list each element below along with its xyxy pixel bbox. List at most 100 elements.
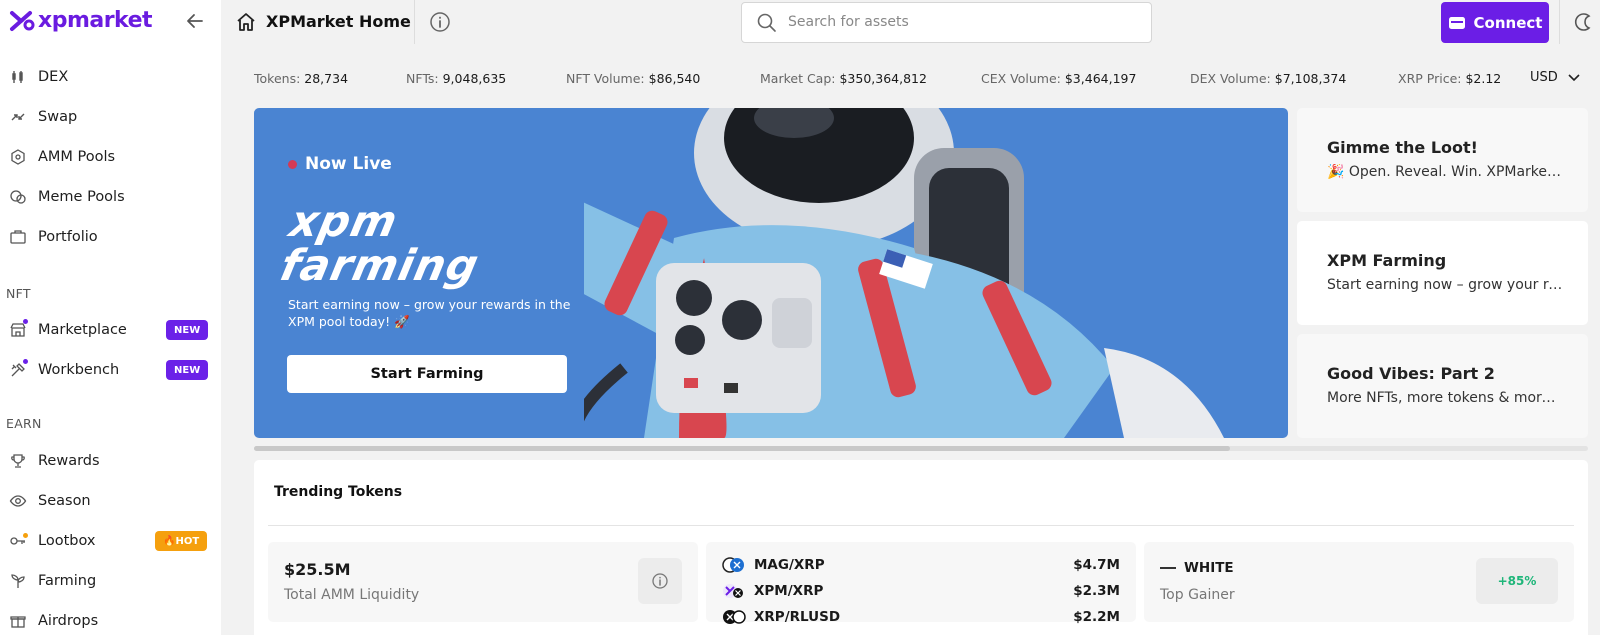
sidebar-item-label: Airdrops: [38, 613, 99, 629]
sidebar-item-portfolio[interactable]: Portfolio: [0, 220, 221, 254]
logo-text: xpmarket: [38, 8, 153, 33]
nft-section-heading: NFT: [6, 286, 31, 301]
sidebar-item-lootbox[interactable]: Lootbox 🔥 HOT: [0, 524, 221, 558]
trending-title: Trending Tokens: [274, 484, 403, 500]
earn-section-heading: EARN: [6, 416, 42, 431]
sidebar-item-meme-pools[interactable]: Meme Pools: [0, 180, 221, 214]
info-icon: [652, 573, 668, 589]
stat-label: CEX Volume:: [981, 71, 1061, 86]
search-box[interactable]: [741, 2, 1152, 43]
sidebar-item-label: Meme Pools: [38, 189, 125, 205]
astronaut-illustration: [584, 108, 1224, 438]
stat-label: DEX Volume:: [1190, 71, 1271, 86]
start-farming-button[interactable]: Start Farming: [287, 355, 567, 393]
pair-name: XPM/XRP: [754, 583, 824, 599]
now-live-label: Now Live: [305, 154, 392, 174]
notification-dot: [23, 533, 28, 538]
chevron-down-icon: [1568, 73, 1580, 81]
promo-card-title: Gimme the Loot!: [1327, 138, 1478, 157]
promo-card-good-vibes[interactable]: Good Vibes: Part 2 More NFTs, more token…: [1297, 334, 1588, 438]
portfolio-icon: [10, 230, 26, 244]
hero-title-line1: xpm: [285, 197, 403, 247]
hero-title-line2: farming: [276, 241, 484, 291]
divider: [268, 525, 1574, 526]
pair-value: $4.7M: [1073, 557, 1120, 573]
sidebar-item-marketplace[interactable]: Marketplace NEW: [0, 313, 221, 347]
meme-pools-icon: [10, 190, 26, 204]
liquidity-label: Total AMM Liquidity: [284, 587, 420, 603]
wallet-icon: [1448, 16, 1465, 29]
search-icon: [757, 13, 776, 32]
pair-value: $2.2M: [1073, 609, 1120, 625]
promo-card-desc: Start earning now – grow your rewards: [1327, 277, 1563, 293]
sidebar-item-label: Rewards: [38, 453, 100, 469]
promo-card-title: XPM Farming: [1327, 251, 1447, 270]
hero-description: Start earning now – grow your rewards in…: [288, 297, 571, 329]
sidebar-item-swap[interactable]: Swap: [0, 100, 221, 134]
xpmarket-logo[interactable]: xpmarket: [9, 8, 153, 33]
info-icon[interactable]: [429, 11, 451, 33]
swap-icon: [11, 113, 25, 121]
mag-xrp-pair-icon: [722, 556, 744, 574]
stat-value: $7,108,374: [1274, 71, 1347, 86]
stat-value: $2.12: [1465, 71, 1502, 86]
gainer-token-name: WHITE: [1184, 560, 1234, 576]
eye-icon: [9, 495, 27, 507]
sidebar-item-dex[interactable]: DEX: [0, 60, 221, 94]
stat-label: NFTs:: [406, 71, 439, 86]
pair-row[interactable]: MAG/XRP $4.7M: [722, 554, 1120, 576]
connect-button[interactable]: Connect: [1441, 2, 1549, 43]
sidebar-item-label: DEX: [38, 69, 69, 85]
pair-row[interactable]: XPM/XRP $2.3M: [722, 580, 1120, 602]
sidebar-item-label: Workbench: [38, 362, 120, 378]
liquidity-value: $25.5M: [284, 560, 351, 579]
stat-value: $3,464,197: [1064, 71, 1137, 86]
promo-card-farming[interactable]: XPM Farming Start earning now – grow you…: [1297, 221, 1588, 325]
stat-xrp-price: XRP Price: $2.12: [1398, 71, 1501, 86]
sidebar-item-farming[interactable]: Farming: [0, 564, 221, 598]
home-icon[interactable]: [235, 11, 257, 33]
trending-tokens-panel: Trending Tokens $25.5M Total AMM Liquidi…: [254, 460, 1588, 635]
hot-badge-label: HOT: [175, 535, 200, 547]
xpm-xrp-pair-icon: [722, 582, 744, 600]
sidebar-item-label: AMM Pools: [38, 149, 116, 165]
white-token-icon: [1160, 567, 1176, 569]
stat-value: $350,364,812: [839, 71, 927, 86]
stat-nfts: NFTs: 9,048,635: [406, 71, 506, 86]
sidebar-item-label: Portfolio: [38, 229, 98, 245]
liquidity-info-button[interactable]: [638, 558, 682, 604]
hero-banner[interactable]: Now Live xpm farming Start earning now –…: [254, 108, 1288, 438]
pair-name: XRP/RLUSD: [754, 609, 841, 625]
dark-mode-toggle-icon[interactable]: [1574, 11, 1596, 33]
pair-row[interactable]: XRP/RLUSD $2.2M: [722, 606, 1120, 628]
logo-mark-icon: [10, 10, 35, 31]
sidebar-item-rewards[interactable]: Rewards: [0, 444, 221, 478]
currency-select[interactable]: USD: [1530, 70, 1580, 85]
now-live-indicator: Now Live: [288, 154, 392, 174]
stat-dex-volume: DEX Volume: $7,108,374: [1190, 71, 1346, 86]
sidebar-item-label: Marketplace: [38, 322, 127, 338]
stat-label: NFT Volume:: [566, 71, 645, 86]
search-input[interactable]: [788, 14, 1138, 30]
sidebar-item-season[interactable]: Season: [0, 484, 221, 518]
top-gainer-card[interactable]: WHITE Top Gainer +85%: [1144, 542, 1574, 622]
sidebar-item-label: Farming: [38, 573, 97, 589]
carousel-scrollbar[interactable]: [254, 446, 1588, 451]
pair-value: $2.3M: [1073, 583, 1120, 599]
amm-liquidity-card: $25.5M Total AMM Liquidity: [268, 542, 698, 622]
sidebar-item-amm-pools[interactable]: AMM Pools: [0, 140, 221, 174]
stat-value: 28,734: [304, 71, 349, 86]
gainer-label: Top Gainer: [1160, 587, 1235, 603]
stat-tokens: Tokens: 28,734: [254, 71, 348, 86]
amm-pools-icon: [11, 149, 25, 165]
promo-card-lootbox[interactable]: Gimme the Loot! 🎉 Open. Reveal. Win. XPM…: [1297, 108, 1588, 212]
sprout-icon: [11, 574, 25, 588]
stat-cex-volume: CEX Volume: $3,464,197: [981, 71, 1136, 86]
sidebar-item-workbench[interactable]: Workbench NEW: [0, 353, 221, 387]
collapse-sidebar-icon[interactable]: [184, 10, 206, 32]
sidebar-item-label: Swap: [38, 109, 78, 125]
sidebar-item-airdrops[interactable]: Airdrops: [0, 604, 221, 635]
scrollbar-thumb[interactable]: [254, 446, 1230, 451]
new-badge: NEW: [166, 360, 209, 380]
connect-label: Connect: [1473, 13, 1543, 32]
